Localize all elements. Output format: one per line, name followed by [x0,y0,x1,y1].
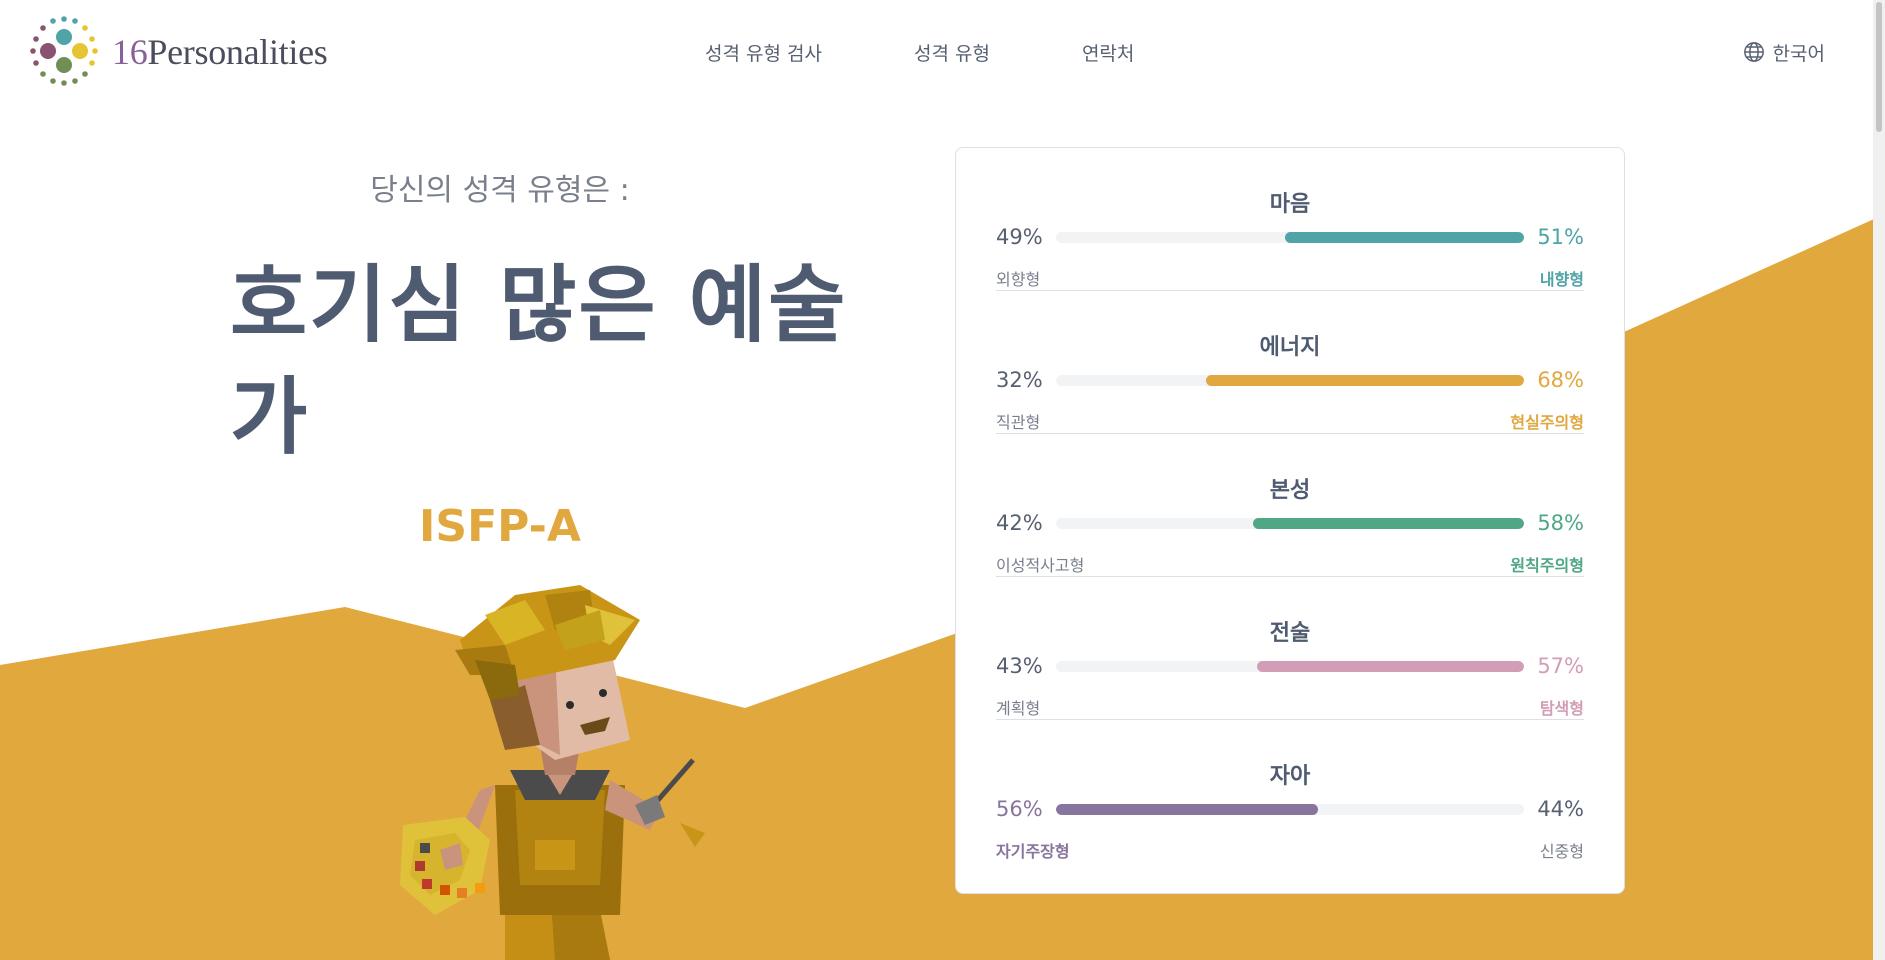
logo-text: 16Personalities [112,31,328,73]
trait-right-percent: 44% [1537,797,1584,821]
nav-personality-test[interactable]: 성격 유형 검사 [705,39,822,66]
language-selector[interactable]: 한국어 [1743,0,1825,104]
trait-left-percent: 32% [996,368,1043,392]
trait-bar-fill [1252,518,1524,529]
trait-right-percent: 58% [1537,511,1584,535]
language-label: 한국어 [1772,42,1825,65]
nav-personality-types[interactable]: 성격 유형 [914,39,990,66]
trait-left-label: 직관형 [996,413,1041,432]
trait-row[interactable]: 본성 42% 58% 이성적사고형 원칙주의형 [996,434,1584,577]
trait-left-percent: 42% [996,511,1043,535]
trait-bar-fill [1285,232,1524,243]
trait-left-percent: 43% [996,654,1043,678]
trait-right-label: 신중형 [1539,842,1584,861]
logo-mark-icon [30,16,98,86]
trait-row[interactable]: 에너지 32% 68% 직관형 현실주의형 [996,291,1584,434]
scrollbar-thumb[interactable] [1876,2,1882,132]
trait-bar [1056,232,1524,243]
logo-number: 16 [112,32,148,72]
site-logo[interactable]: 16Personalities [28,16,328,88]
trait-right-percent: 51% [1537,225,1584,249]
personality-name: 호기심 많은 예술가 [230,256,848,466]
trait-bar [1056,518,1524,529]
personality-code: ISFP-A [419,501,581,552]
nav-contact[interactable]: 연락처 [1082,39,1134,66]
result-subtitle: 당신의 성격 유형은 : [370,173,630,208]
trait-left-label: 계획형 [996,699,1041,718]
trait-scores-card: 마음 49% 51% 외향형 내향형 에너지 32% 68% 직관형 현실주의형… [955,147,1625,894]
trait-title: 전술 [1269,621,1311,646]
trait-title: 자아 [1269,764,1311,789]
trait-row[interactable]: 전술 43% 57% 계획형 탐색형 [996,577,1584,720]
trait-left-label: 외향형 [996,270,1041,289]
trait-left-label: 자기주장형 [996,842,1070,861]
result-hero: 당신의 성격 유형은 : 호기심 많은 예술가 ISFP-A [200,165,920,552]
trait-bar [1056,375,1524,386]
page: 16Personalities 성격 유형 검사 성격 유형 연락처 한국어 당… [0,0,1885,960]
trait-bar [1056,804,1524,815]
globe-icon [1743,42,1764,62]
trait-left-percent: 49% [996,225,1043,249]
trait-right-label: 원칙주의형 [1510,556,1584,575]
trait-row[interactable]: 자아 56% 44% 자기주장형 신중형 [996,720,1584,863]
page-scrollbar[interactable] [1873,0,1885,960]
trait-title: 마음 [1269,192,1311,217]
trait-bar-fill [1056,804,1319,815]
trait-row[interactable]: 마음 49% 51% 외향형 내향형 [996,148,1584,291]
trait-left-label: 이성적사고형 [996,556,1085,575]
trait-right-label: 현실주의형 [1510,413,1584,432]
trait-right-label: 탐색형 [1539,699,1584,718]
main-nav: 성격 유형 검사 성격 유형 연락처 [705,0,1134,104]
trait-right-label: 내향형 [1539,270,1584,289]
trait-left-percent: 56% [996,797,1043,821]
adventurer-character-illustration [400,585,705,960]
trait-title: 본성 [1269,478,1311,503]
trait-right-percent: 57% [1537,654,1584,678]
trait-bar-fill [1205,375,1524,386]
trait-bar [1056,661,1524,672]
logo-wordmark: Personalities [147,32,328,72]
trait-bar-fill [1257,661,1524,672]
trait-title: 에너지 [1259,335,1321,360]
trait-right-percent: 68% [1537,368,1584,392]
site-header: 16Personalities 성격 유형 검사 성격 유형 연락처 한국어 [0,0,1885,104]
